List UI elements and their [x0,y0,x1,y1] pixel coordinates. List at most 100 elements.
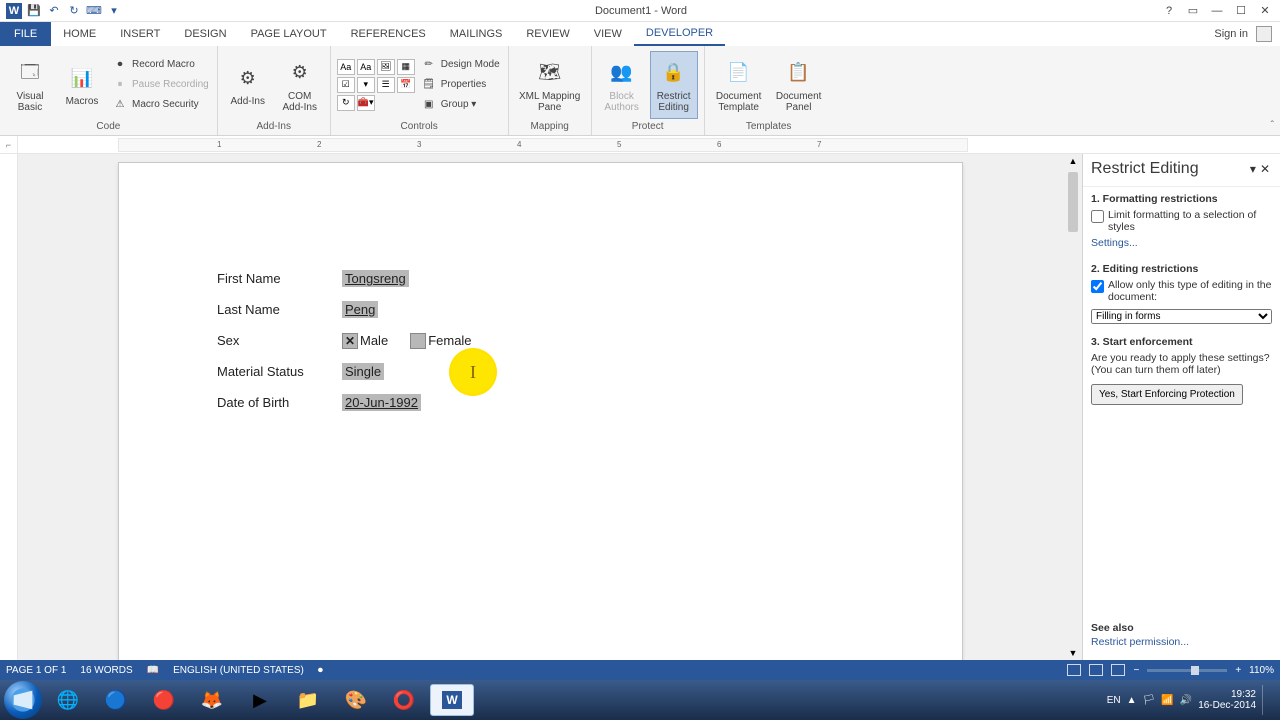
com-addins-button[interactable]: ⚙ COM Add-Ins [276,51,324,119]
visual-basic-button[interactable]: 🗔 Visual Basic [6,51,54,119]
document-template-button[interactable]: 📄 Document Template [711,51,767,119]
zoom-in-icon[interactable]: + [1235,665,1241,676]
vertical-ruler[interactable] [0,154,18,660]
taskbar-explorer-icon[interactable]: 📁 [286,684,330,716]
female-checkbox[interactable] [410,333,426,349]
zoom-out-icon[interactable]: − [1133,665,1139,676]
tab-design[interactable]: DESIGN [172,22,238,46]
taskbar-word-icon[interactable]: W [430,684,474,716]
tray-flag-icon[interactable]: 🏳 [1143,695,1156,706]
minimize-icon[interactable]: — [1208,3,1226,19]
show-desktop-button[interactable] [1262,685,1270,715]
vertical-scrollbar[interactable]: ▲ ▼ [1064,154,1082,660]
collapse-ribbon-icon[interactable]: ˆ [1271,120,1274,131]
qat-dropdown-icon[interactable]: ▾ [106,3,122,19]
tab-home[interactable]: HOME [51,22,108,46]
tray-volume-icon[interactable]: 🔊 [1180,695,1192,706]
male-checkbox[interactable]: ✕ [342,333,358,349]
tab-references[interactable]: REFERENCES [339,22,438,46]
formatting-checkbox-row[interactable]: Limit formatting to a selection of style… [1091,205,1272,235]
zoom-level[interactable]: 110% [1249,665,1274,676]
first-name-field[interactable]: Tongsreng [342,270,409,287]
start-enforcing-button[interactable]: Yes, Start Enforcing Protection [1091,384,1243,405]
tab-page-layout[interactable]: PAGE LAYOUT [239,22,339,46]
close-icon[interactable]: ✕ [1256,3,1274,19]
help-icon[interactable]: ? [1160,3,1178,19]
taskbar-firefox-icon[interactable]: 🦊 [190,684,234,716]
document-panel-button[interactable]: 📋 Document Panel [771,51,827,119]
tab-insert[interactable]: INSERT [108,22,172,46]
editing-type-select[interactable]: Filling in forms [1091,309,1272,324]
addins-button[interactable]: ⚙ Add-Ins [224,51,272,119]
zoom-slider[interactable] [1147,669,1227,672]
picture-control-icon[interactable]: 🖼 [377,59,395,75]
tray-clock[interactable]: 19:32 16-Dec-2014 [1198,689,1256,711]
block-authors-button[interactable]: 👥 Block Authors [598,51,646,119]
tray-lang[interactable]: EN [1107,695,1121,706]
xml-mapping-button[interactable]: 🗺 XML Mapping Pane [515,51,585,119]
redo-icon[interactable]: ↻ [66,3,82,19]
combobox-control-icon[interactable]: ▾ [357,77,375,93]
tab-view[interactable]: VIEW [582,22,634,46]
macro-security-button[interactable]: ⚠Macro Security [110,96,211,114]
rich-text-control-icon[interactable]: Aa [337,59,355,75]
pane-dropdown-icon[interactable]: ▾ [1248,162,1258,176]
taskbar-globe-icon[interactable]: 🔵 [94,684,138,716]
pane-close-icon[interactable]: ✕ [1258,162,1272,176]
print-layout-view-icon[interactable] [1089,664,1103,676]
restrict-editing-button[interactable]: 🔒 Restrict Editing [650,51,698,119]
scroll-thumb[interactable] [1068,172,1078,232]
page[interactable]: First Name Tongsreng Last Name Peng Sex … [118,162,963,660]
formatting-settings-link[interactable]: Settings... [1091,235,1138,251]
date-picker-control-icon[interactable]: 📅 [397,77,415,93]
taskbar-media-player-icon[interactable]: ▶ [238,684,282,716]
zoom-thumb[interactable] [1191,666,1199,675]
record-macro-button[interactable]: ⏺Record Macro [110,56,211,74]
ribbon-display-icon[interactable]: ▭ [1184,3,1202,19]
tray-network-icon[interactable]: 📶 [1161,695,1173,706]
properties-button[interactable]: 🗒Properties [419,76,502,94]
editing-checkbox[interactable] [1091,280,1104,293]
maximize-icon[interactable]: ☐ [1232,3,1250,19]
touch-mode-icon[interactable]: ⌨ [86,3,102,19]
legacy-tools-icon[interactable]: 🧰▾ [357,95,375,111]
dropdown-control-icon[interactable]: ☰ [377,77,395,93]
read-mode-view-icon[interactable] [1067,664,1081,676]
taskbar-chrome-icon[interactable]: ⭕ [382,684,426,716]
horizontal-ruler[interactable]: 1 2 3 4 5 6 7 [118,138,968,152]
material-status-field[interactable]: Single [342,363,384,380]
last-name-field[interactable]: Peng [342,301,378,318]
tab-file[interactable]: FILE [0,22,51,46]
taskbar-opera-icon[interactable]: 🔴 [142,684,186,716]
taskbar-paint-icon[interactable]: 🎨 [334,684,378,716]
web-layout-view-icon[interactable] [1111,664,1125,676]
building-block-control-icon[interactable]: ▦ [397,59,415,75]
document-area[interactable]: First Name Tongsreng Last Name Peng Sex … [18,154,1064,660]
status-macros-icon[interactable]: ⏺ [318,665,323,676]
undo-icon[interactable]: ↶ [46,3,62,19]
macros-button[interactable]: 📊 Macros [58,51,106,119]
scroll-down-icon[interactable]: ▼ [1069,646,1078,660]
repeating-control-icon[interactable]: ↻ [337,95,355,111]
restrict-permission-link[interactable]: Restrict permission... [1091,634,1189,650]
status-words[interactable]: 16 WORDS [80,665,132,676]
status-proofing-icon[interactable]: 📖 [147,665,159,676]
save-icon[interactable]: 💾 [26,3,42,19]
plain-text-control-icon[interactable]: Aa [357,59,375,75]
tab-mailings[interactable]: MAILINGS [438,22,515,46]
sign-in-link[interactable]: Sign in [1214,28,1248,40]
group-button[interactable]: ▣Group ▾ [419,96,502,114]
tab-selector[interactable]: ⌐ [0,136,18,154]
status-language[interactable]: ENGLISH (UNITED STATES) [173,665,304,676]
tab-developer[interactable]: DEVELOPER [634,22,725,46]
start-button[interactable] [4,681,42,719]
design-mode-button[interactable]: ✏Design Mode [419,56,502,74]
dob-field[interactable]: 20-Jun-1992 [342,394,421,411]
formatting-checkbox[interactable] [1091,210,1104,223]
status-page[interactable]: PAGE 1 OF 1 [6,665,66,676]
checkbox-control-icon[interactable]: ☑ [337,77,355,93]
scroll-up-icon[interactable]: ▲ [1069,154,1078,168]
editing-checkbox-row[interactable]: Allow only this type of editing in the d… [1091,275,1272,305]
tray-up-icon[interactable]: ▲ [1127,695,1137,706]
avatar[interactable] [1256,26,1272,42]
